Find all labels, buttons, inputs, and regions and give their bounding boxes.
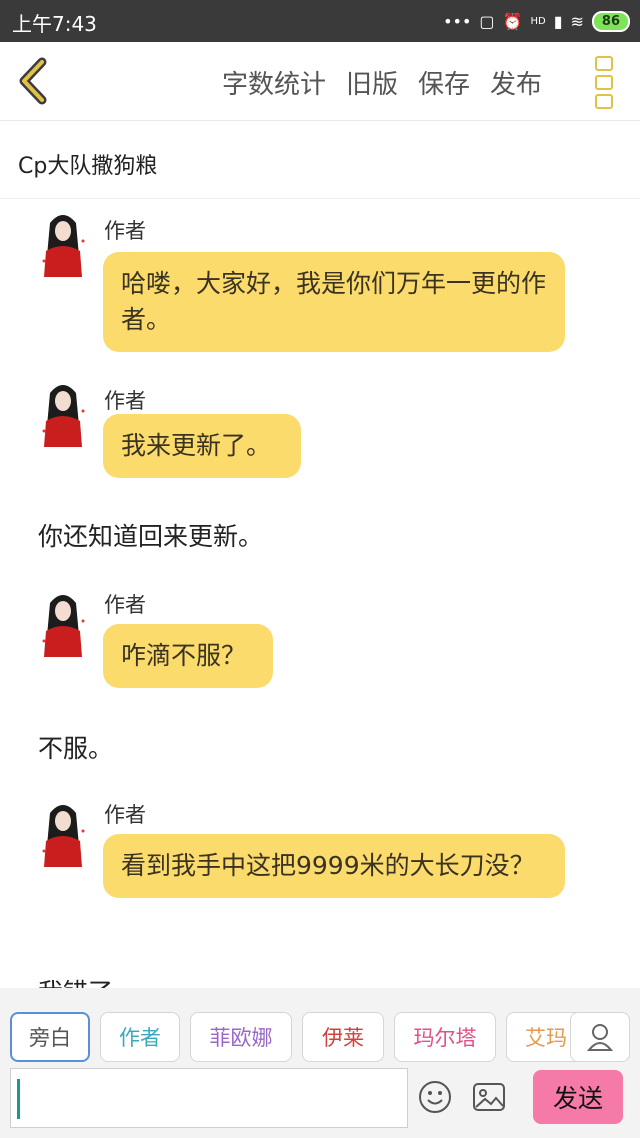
narration-text[interactable]: 我错了 bbox=[38, 973, 113, 989]
character-chip-fiona[interactable]: 菲欧娜 bbox=[190, 1012, 292, 1062]
person-icon bbox=[586, 1024, 614, 1051]
emoji-button[interactable] bbox=[418, 1080, 452, 1114]
status-time: 上午7:43 bbox=[12, 12, 97, 36]
message-bubble[interactable]: 咋滴不服？ bbox=[103, 624, 273, 688]
old-version-button[interactable]: 旧版 bbox=[346, 64, 398, 101]
sender-name: 作者 bbox=[104, 803, 146, 827]
more-dot-icon bbox=[595, 75, 613, 90]
wifi-icon: ≋ bbox=[570, 11, 584, 31]
character-chip-eli[interactable]: 伊莱 bbox=[302, 1012, 384, 1062]
image-icon bbox=[473, 1083, 505, 1111]
save-button[interactable]: 保存 bbox=[418, 64, 470, 101]
character-chip-author[interactable]: 作者 bbox=[100, 1012, 180, 1062]
more-notifications-icon: ••• bbox=[443, 11, 472, 31]
avatar-image bbox=[42, 595, 85, 657]
narration-text[interactable]: 不服。 bbox=[38, 729, 113, 765]
character-chip-label: 菲欧娜 bbox=[209, 1026, 273, 1050]
character-chip-label: 作者 bbox=[119, 1026, 161, 1050]
alarm-icon: ⏰ bbox=[502, 11, 523, 31]
avatar-image bbox=[42, 805, 85, 867]
character-selector: 旁白 作者 菲欧娜 伊莱 玛尔塔 艾玛 bbox=[0, 988, 640, 1068]
message-bubble[interactable]: 哈喽，大家好，我是你们万年一更的作者。 bbox=[103, 252, 565, 352]
back-button[interactable] bbox=[14, 56, 54, 106]
text-caret bbox=[17, 1079, 20, 1119]
message-bubble[interactable]: 我来更新了。 bbox=[103, 414, 301, 478]
avatar-image bbox=[42, 385, 85, 447]
message-bubble[interactable]: 看到我手中这把9999米的大长刀没？ bbox=[103, 834, 565, 898]
word-count-button[interactable]: 字数统计 bbox=[222, 64, 326, 101]
avatar[interactable] bbox=[38, 381, 88, 449]
more-dot-icon bbox=[595, 94, 613, 109]
sender-name: 作者 bbox=[104, 219, 146, 243]
character-chip-label: 艾玛 bbox=[525, 1026, 567, 1050]
image-button[interactable] bbox=[472, 1082, 506, 1112]
character-chip-label: 伊莱 bbox=[322, 1026, 364, 1050]
smiley-icon bbox=[419, 1081, 451, 1113]
publish-button[interactable]: 发布 bbox=[490, 64, 542, 101]
top-app-bar: 字数统计 旧版 保存 发布 bbox=[0, 42, 640, 121]
character-manager-button[interactable] bbox=[570, 1012, 630, 1062]
message-input-bar: 发送 bbox=[0, 1068, 640, 1138]
signal-icon: ▮ bbox=[553, 11, 563, 31]
rotate-icon: ▢ bbox=[479, 11, 495, 31]
story-title[interactable]: Cp大队撒狗粮 bbox=[18, 148, 157, 180]
signal-hd-label: HD bbox=[530, 15, 546, 27]
chat-feed[interactable]: 作者 哈喽，大家好，我是你们万年一更的作者。 作者 我来更新了。 你还知道回来更… bbox=[0, 199, 640, 989]
avatar[interactable] bbox=[38, 211, 88, 279]
avatar[interactable] bbox=[38, 591, 88, 659]
message-input[interactable] bbox=[10, 1068, 408, 1128]
chevron-left-icon bbox=[19, 57, 47, 105]
more-menu-button[interactable] bbox=[590, 56, 618, 109]
status-bar: 上午7:43 ••• ▢ ⏰ HD ▮ ≋ 86 bbox=[0, 0, 640, 42]
status-icons: ••• ▢ ⏰ HD ▮ ≋ 86 bbox=[443, 8, 630, 34]
character-chip-narrator[interactable]: 旁白 bbox=[10, 1012, 90, 1062]
character-chip-label: 旁白 bbox=[29, 1026, 71, 1050]
sender-name: 作者 bbox=[104, 389, 146, 413]
avatar[interactable] bbox=[38, 801, 88, 869]
battery-icon: 86 bbox=[591, 10, 630, 32]
top-actions: 字数统计 旧版 保存 发布 bbox=[222, 64, 542, 101]
character-chip-martha[interactable]: 玛尔塔 bbox=[394, 1012, 496, 1062]
send-button[interactable]: 发送 bbox=[533, 1070, 623, 1124]
narration-text[interactable]: 你还知道回来更新。 bbox=[38, 517, 263, 553]
character-chip-label: 玛尔塔 bbox=[413, 1026, 477, 1050]
sender-name: 作者 bbox=[104, 593, 146, 617]
more-dot-icon bbox=[595, 56, 613, 71]
avatar-image bbox=[42, 215, 85, 277]
